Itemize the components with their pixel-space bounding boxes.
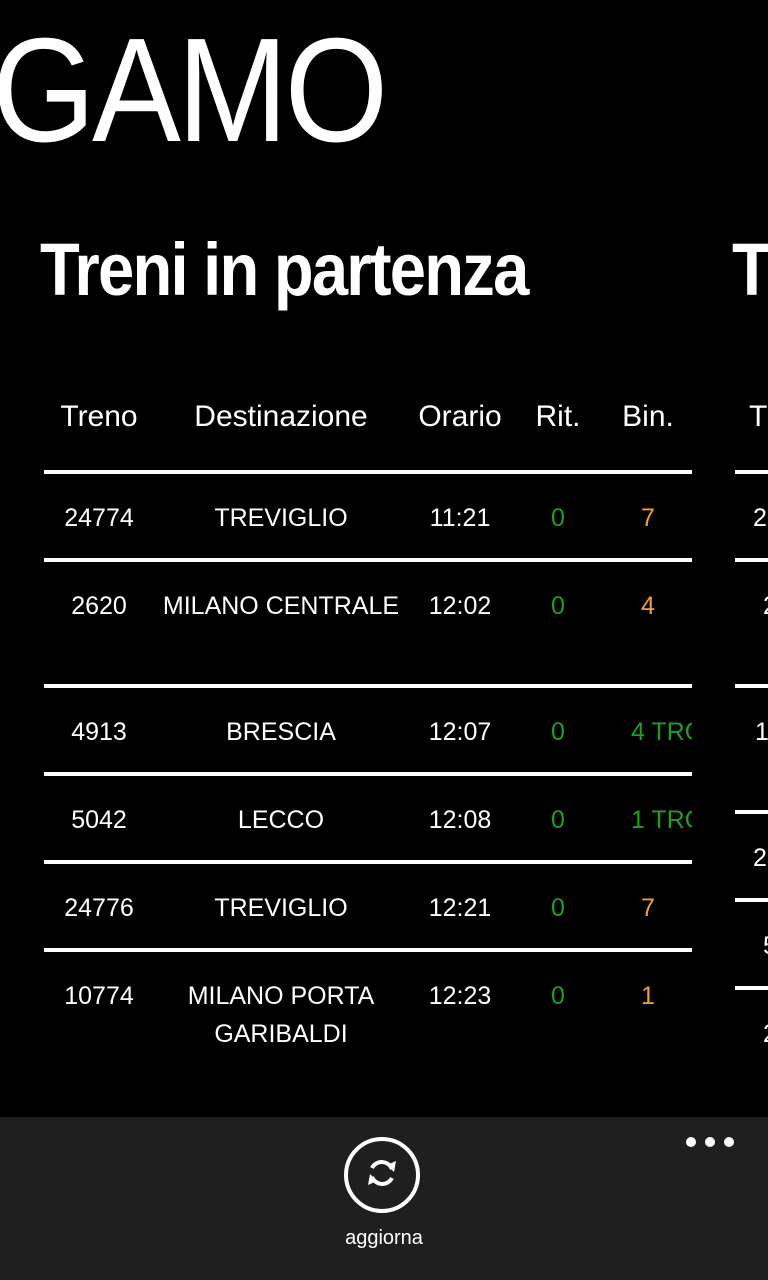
header-binario: Bin.	[622, 400, 674, 433]
departure-time: 12:23	[428, 982, 492, 1010]
table-row[interactable]: 5	[735, 902, 768, 986]
platform: 1 TRONCO	[631, 806, 692, 834]
header-treno: Treno	[60, 400, 138, 433]
header-orario: Orario	[418, 400, 502, 433]
train-number: 4913	[71, 718, 127, 746]
refresh-label[interactable]: aggiorna	[0, 1227, 768, 1250]
destination: BRESCIA	[226, 718, 336, 746]
table-row[interactable]: 24776 TREVIGLIO 12:21 0 7	[44, 864, 692, 948]
dot	[686, 1137, 696, 1147]
platform: 1	[641, 982, 655, 1010]
table-row[interactable]: 5042 LECCO 12:08 0 1 TRONCO	[44, 776, 692, 860]
app-root: GAMO Treni in partenza Treno Destinazion…	[0, 0, 768, 1280]
table-row[interactable]: 2620 MILANO CENTRALE 12:02 0 4	[44, 562, 692, 684]
table-row[interactable]: 2	[735, 474, 768, 558]
platform: 4 TRONCO	[631, 718, 692, 746]
departures-panel: Treni in partenza Treno Destinazione Ora…	[40, 220, 700, 1048]
train-number: 5	[735, 927, 768, 965]
delay: 0	[551, 718, 565, 746]
app-bar: aggiorna	[0, 1117, 768, 1280]
platform: 4	[641, 592, 655, 620]
header-treno: Tr	[749, 400, 768, 433]
table-row[interactable]: 2	[735, 990, 768, 1074]
destination: TREVIGLIO	[214, 894, 348, 922]
delay: 0	[551, 592, 565, 620]
refresh-button[interactable]	[344, 1137, 420, 1213]
delay: 0	[551, 504, 565, 532]
table-row[interactable]: 2	[735, 562, 768, 684]
train-number: 24774	[64, 504, 134, 532]
table-row[interactable]: 2	[735, 814, 768, 898]
table-row[interactable]: 24774 TREVIGLIO 11:21 0 7	[44, 474, 692, 558]
departure-time: 12:21	[428, 894, 492, 922]
refresh-icon	[362, 1153, 402, 1197]
departure-time: 12:07	[428, 718, 492, 746]
header-ritardo: Rit.	[535, 400, 581, 433]
train-number: 5042	[71, 806, 127, 834]
header-destinazione: Destinazione	[194, 400, 368, 433]
delay: 0	[551, 982, 565, 1010]
train-number: 2620	[71, 592, 127, 620]
destination: MILANO PORTA GARIBALDI	[187, 982, 375, 1048]
table-row[interactable]: 4913 BRESCIA 12:07 0 4 TRONCO	[44, 688, 692, 772]
table-row[interactable]: 1	[735, 688, 768, 810]
delay: 0	[551, 806, 565, 834]
departures-table: Treno Destinazione Orario Rit. Bin. 2477…	[44, 400, 692, 1074]
panel-title[interactable]: Tr	[732, 220, 768, 320]
departure-time: 12:02	[428, 592, 492, 620]
departure-time: 11:21	[429, 504, 491, 532]
table-row[interactable]: 10774 MILANO PORTA GARIBALDI 12:23 0 1	[44, 952, 692, 1074]
delay: 0	[551, 894, 565, 922]
next-table: Tr 2 2 1 2 5 2	[735, 400, 768, 1074]
train-number: 2	[735, 587, 768, 625]
dot	[724, 1137, 734, 1147]
pivot-title: GAMO	[0, 8, 388, 173]
train-number: 2	[735, 1015, 768, 1053]
train-number: 24776	[64, 894, 134, 922]
destination: MILANO CENTRALE	[162, 592, 400, 620]
table-header: Treno Destinazione Orario Rit. Bin.	[44, 400, 692, 470]
destination: LECCO	[237, 806, 325, 834]
destination: TREVIGLIO	[214, 504, 348, 532]
panel-title[interactable]: Treni in partenza	[40, 220, 621, 320]
more-icon[interactable]	[686, 1135, 734, 1149]
table-header: Tr	[735, 400, 768, 470]
platform: 7	[641, 504, 655, 532]
dot	[705, 1137, 715, 1147]
departure-time: 12:08	[428, 806, 492, 834]
train-number: 1	[755, 718, 768, 746]
platform: 7	[641, 894, 655, 922]
train-number: 2	[753, 504, 767, 532]
train-number: 2	[753, 844, 767, 872]
train-number: 10774	[64, 982, 134, 1010]
next-panel-peek[interactable]: Tr Tr 2 2 1 2 5	[732, 220, 768, 1048]
